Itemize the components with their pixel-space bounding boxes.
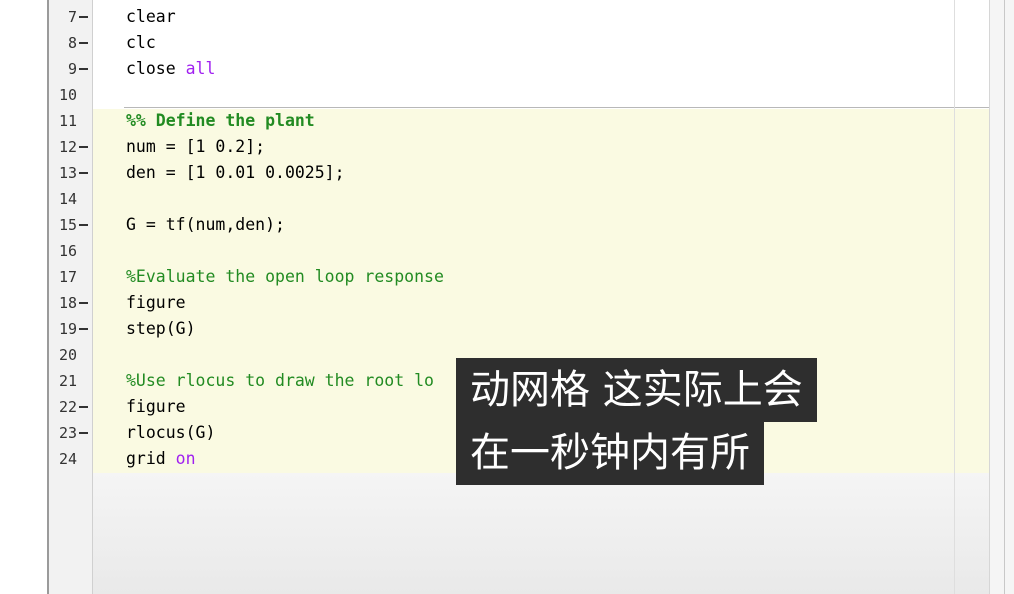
breakpoint-marker[interactable] [79, 42, 88, 44]
line-number: 19 [58, 320, 77, 338]
code-line[interactable]: 14 [49, 186, 990, 212]
code-text[interactable]: clear [126, 4, 176, 30]
line-number: 21 [58, 372, 77, 390]
subtitle-line-1: 动网格 这实际上会 [456, 358, 817, 422]
comment-token: %Use rlocus to draw the root lo [126, 371, 434, 390]
code-text[interactable]: figure [126, 394, 186, 420]
cell-title-token: %% Define the plant [126, 111, 315, 130]
string-token: on [175, 449, 196, 468]
breakpoint-marker[interactable] [79, 224, 88, 226]
code-text[interactable]: num = [1 0.2]; [126, 134, 265, 160]
code-line[interactable]: 16 [49, 238, 990, 264]
line-number: 15 [58, 216, 77, 234]
line-number: 13 [58, 164, 77, 182]
code-text[interactable]: grid on [126, 446, 196, 472]
code-text[interactable]: close all [126, 56, 215, 82]
code-text[interactable]: figure [126, 290, 186, 316]
code-line[interactable]: 17 %Evaluate the open loop response [49, 264, 990, 290]
vertical-scrollbar[interactable] [989, 0, 1014, 594]
breakpoint-marker[interactable] [79, 328, 88, 330]
line-number: 10 [58, 86, 77, 104]
breakpoint-marker[interactable] [79, 302, 88, 304]
code-token: clc [126, 33, 156, 52]
code-text[interactable]: %% Define the plant [126, 108, 315, 134]
line-number: 12 [58, 138, 77, 156]
code-text[interactable]: den = [1 0.01 0.0025]; [126, 160, 345, 186]
code-line[interactable]: 7 clear [49, 4, 990, 30]
breakpoint-marker[interactable] [79, 146, 88, 148]
code-line[interactable]: 12 num = [1 0.2]; [49, 134, 990, 160]
scrollbar-track[interactable] [1004, 0, 1005, 594]
line-number: 20 [58, 346, 77, 364]
editor-empty-area[interactable] [93, 473, 990, 594]
breakpoint-marker[interactable] [79, 68, 88, 70]
code-token: figure [126, 397, 186, 416]
line-number: 9 [67, 60, 77, 78]
code-line[interactable]: 19 step(G) [49, 316, 990, 342]
code-token: num = [1 0.2]; [126, 137, 266, 156]
subtitle-line-2: 在一秒钟内有所 [456, 421, 764, 485]
line-number: 23 [58, 424, 77, 442]
code-token: den = [1 0.01 0.0025]; [126, 163, 345, 182]
line-number: 24 [58, 450, 77, 468]
code-text[interactable]: clc [126, 30, 156, 56]
code-line[interactable]: 10 [49, 82, 990, 108]
code-text[interactable]: %Evaluate the open loop response [126, 264, 444, 290]
code-token: clear [126, 7, 176, 26]
breakpoint-marker[interactable] [79, 432, 88, 434]
code-token: grid [126, 449, 176, 468]
code-line[interactable]: 11 %% Define the plant [49, 108, 990, 134]
line-number: 11 [58, 112, 77, 130]
line-number: 7 [67, 8, 77, 26]
line-number: 8 [67, 34, 77, 52]
code-text[interactable]: rlocus(G) [126, 420, 215, 446]
line-number: 22 [58, 398, 77, 416]
line-number: 17 [58, 268, 77, 286]
line-number: 18 [58, 294, 77, 312]
line-number: 14 [58, 190, 77, 208]
code-line[interactable]: 18 figure [49, 290, 990, 316]
breakpoint-marker[interactable] [79, 16, 88, 18]
comment-token: %Evaluate the open loop response [126, 267, 444, 286]
code-text[interactable]: %Use rlocus to draw the root lo [126, 368, 434, 394]
breakpoint-marker[interactable] [79, 406, 88, 408]
code-line[interactable]: 8 clc [49, 30, 990, 56]
line-number: 16 [58, 242, 77, 260]
code-text[interactable]: G = tf(num,den); [126, 212, 285, 238]
code-token: rlocus(G) [126, 423, 216, 442]
code-token: close [126, 59, 186, 78]
breakpoint-marker[interactable] [79, 172, 88, 174]
string-token: all [185, 59, 216, 78]
code-line[interactable]: 9 close all [49, 56, 990, 82]
code-line[interactable]: 13 den = [1 0.01 0.0025]; [49, 160, 990, 186]
code-token: G = tf(num,den); [126, 215, 285, 234]
left-panel-edge [0, 0, 48, 594]
code-token: step(G) [126, 319, 196, 338]
code-text[interactable]: step(G) [126, 316, 196, 342]
code-line[interactable]: 15 G = tf(num,den); [49, 212, 990, 238]
code-token: figure [126, 293, 186, 312]
